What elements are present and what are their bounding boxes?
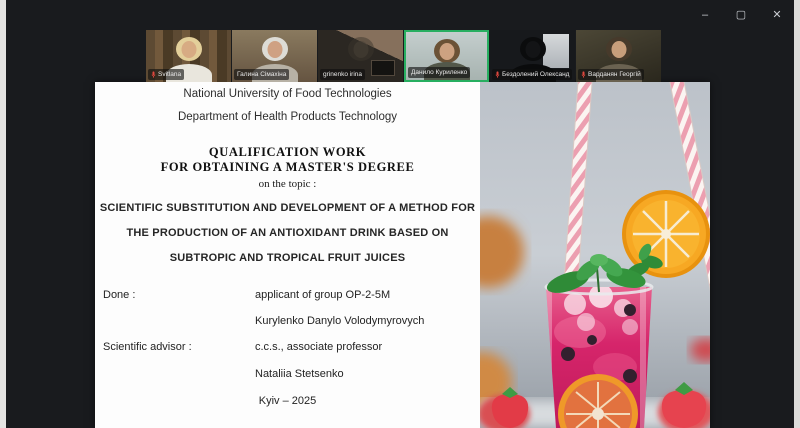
topic-title-line: SCIENTIFIC SUBSTITUTION AND DEVELOPMENT … [95, 202, 480, 214]
done-value-group: applicant of group OP-2-5M [255, 289, 390, 301]
drink-illustration [480, 82, 710, 428]
video-tile-svitlana[interactable]: Svitlana [146, 30, 231, 82]
scene-accent [371, 60, 395, 76]
done-value-name: Kurylenko Danylo Volodymyrovych [255, 315, 424, 327]
topic-title-line: THE PRODUCTION OF AN ANTIOXIDANT DRINK B… [95, 227, 480, 239]
advisor-label: Scientific advisor : [103, 341, 192, 353]
participant-name-tag: Svitlana [148, 69, 184, 80]
advisor-value-title: c.c.s., associate professor [255, 341, 382, 353]
work-type-heading: QUALIFICATION WORK FOR OBTAINING A MASTE… [95, 145, 480, 175]
video-tile-halyna-simakhina[interactable]: Галина Сімахіна [232, 30, 317, 82]
window-controls: – ▢ ✕ [694, 6, 788, 24]
antioxidant-drink-photo [480, 82, 710, 428]
university-name: National University of Food Technologies [95, 88, 480, 100]
done-label: Done : [103, 289, 135, 301]
muted-mic-icon [581, 71, 586, 78]
desktop-edge-right [794, 0, 800, 428]
department-name: Department of Health Products Technology [95, 111, 480, 123]
close-icon[interactable]: ✕ [766, 6, 788, 24]
topic-label: on the topic : [95, 178, 480, 190]
video-tile-bezdolenyi-oleksandr[interactable]: Бездолений Олександ [490, 30, 575, 82]
participant-name-tag: Бездолений Олександ [492, 69, 572, 80]
video-tile-grinenko-irina[interactable]: grinenko irina [318, 30, 403, 82]
participant-name-tag: Варданян Георгій [578, 69, 644, 80]
muted-mic-icon [151, 71, 156, 78]
advisor-value-name: Nataliia Stetsenko [255, 368, 344, 380]
meeting-window: – ▢ ✕ Svitlana Галина Сімахіна [0, 0, 800, 428]
participant-filmstrip: Svitlana Галина Сімахіна grinenko irina [146, 30, 661, 82]
shared-screen-slide: National University of Food Technologies… [95, 82, 710, 428]
minimize-icon[interactable]: – [694, 6, 716, 24]
participant-name-tag: Данило Куриленко [408, 67, 470, 78]
muted-mic-icon [495, 71, 500, 78]
title-slide-text: National University of Food Technologies… [95, 82, 480, 428]
video-tile-danylo-kurylenko[interactable]: Данило Куриленко [404, 30, 489, 82]
desktop-edge-left [0, 0, 6, 428]
scene-accent-window [543, 34, 569, 68]
participant-name-tag: grinenko irina [320, 69, 365, 80]
smoothie-glass [546, 280, 652, 428]
topic-title-line: SUBTROPIC AND TROPICAL FRUIT JUICES [95, 252, 480, 264]
video-tile-vardanian-heorhii[interactable]: Варданян Георгій [576, 30, 661, 82]
slide-footer: Kyiv – 2025 [95, 395, 480, 407]
maximize-icon[interactable]: ▢ [730, 6, 752, 24]
participant-name-tag: Галина Сімахіна [234, 69, 289, 80]
